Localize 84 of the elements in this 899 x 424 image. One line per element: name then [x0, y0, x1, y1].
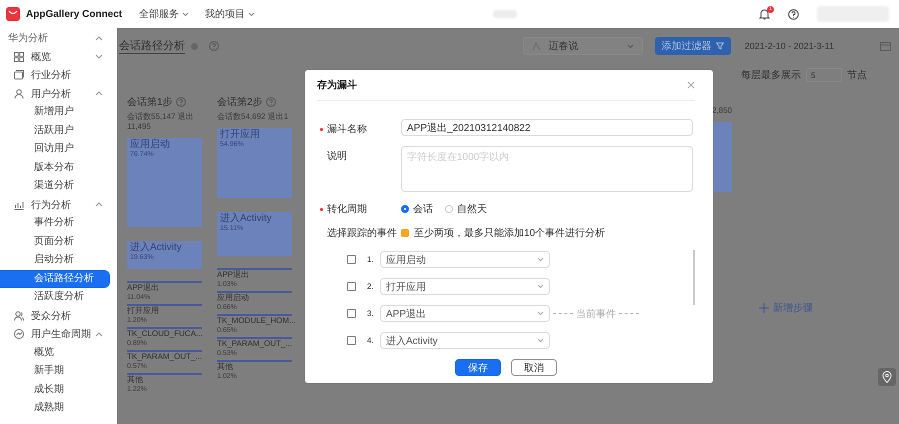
sidebar-item[interactable]: 用户生命周期: [0, 325, 117, 344]
field-label: 转化周期: [327, 202, 367, 216]
sidebar-item[interactable]: 行为分析: [0, 196, 117, 214]
page-title: 会话路径分析: [119, 38, 185, 54]
sidebar-subitem[interactable]: 页面分析: [0, 232, 110, 251]
nav-menu[interactable]: 我的项目: [205, 7, 245, 21]
step-caption: 2,850: [710, 106, 732, 116]
sidebar-subitem[interactable]: 活跃度分析: [0, 288, 110, 306]
box-icon: [14, 70, 24, 80]
node-label: 应用启动: [130, 140, 171, 150]
sidebar-subitem[interactable]: 新增用户: [0, 103, 110, 122]
chevron-icon[interactable]: [248, 12, 255, 16]
help-icon[interactable]: [788, 8, 799, 20]
chevron-icon: [537, 338, 544, 343]
step-caption: 会话数54,692 退出1: [217, 112, 290, 122]
event-number: 2.: [367, 282, 375, 291]
sidebar-item[interactable]: 概览: [0, 48, 117, 66]
sidebar-subitem[interactable]: 概览: [0, 344, 110, 362]
event-select[interactable]: 应用启动: [380, 251, 550, 268]
app-logo-icon: [6, 7, 20, 21]
event-number: 4.: [367, 336, 375, 345]
period-radio[interactable]: 自然天: [445, 202, 487, 216]
max-nodes-label: 每层最多展示: [741, 69, 801, 82]
chart-icon: [14, 200, 24, 210]
chevron-icon[interactable]: [182, 12, 189, 16]
sidebar-subitem[interactable]: 版本分布: [0, 158, 110, 177]
field-label: 漏斗名称: [327, 122, 367, 136]
step-title: 会话第1步: [127, 96, 173, 109]
chevron-icon[interactable]: [95, 36, 103, 41]
sidebar-subitem[interactable]: 启动分析: [0, 251, 110, 270]
location-pin-icon[interactable]: [878, 368, 896, 386]
step-title: 会话第2步: [217, 96, 263, 109]
event-select[interactable]: APP退出: [380, 305, 550, 322]
save-button[interactable]: 保存: [455, 359, 501, 376]
filter-icon: [716, 42, 724, 50]
sidebar-item[interactable]: 受众分析: [0, 306, 117, 325]
field-label: 选择跟踪的事件: [327, 226, 397, 240]
cancel-button[interactable]: 取消: [511, 359, 557, 376]
events-hint: 至少两项，最多只能添加10个事件进行分析: [414, 226, 606, 240]
sidebar-item[interactable]: 行业分析: [0, 66, 117, 84]
sidebar-subitem[interactable]: 会话路径分析: [0, 270, 110, 288]
nodes-unit: 节点: [847, 68, 867, 82]
dialog-title: 存为漏斗: [317, 78, 358, 92]
sidebar-subitem[interactable]: 成长期: [0, 380, 110, 399]
scrollbar[interactable]: [693, 250, 695, 305]
notification-bell-icon[interactable]: [759, 8, 770, 20]
chevron-icon: [626, 44, 634, 48]
sidebar-subitem[interactable]: 事件分析: [0, 214, 110, 232]
event-checkbox[interactable]: [347, 336, 356, 345]
required-mark: [320, 208, 323, 210]
sidebar-subitem[interactable]: 活跃用户: [0, 122, 110, 140]
node-label: 进入Activity: [220, 214, 273, 224]
close-icon[interactable]: [687, 81, 695, 89]
sidebar-item[interactable]: 用户分析: [0, 84, 117, 103]
sidebar-subitem[interactable]: 成熟期: [0, 399, 110, 418]
chevron-icon: [537, 284, 544, 289]
field-label: 说明: [327, 150, 347, 163]
period-radio[interactable]: 会话: [401, 202, 433, 216]
warning-icon: [401, 229, 409, 237]
app-name: AppGallery Connect: [26, 8, 122, 20]
sidebar-subitem[interactable]: 回访用户: [0, 140, 110, 158]
chevron-icon: [537, 311, 544, 316]
people-icon: [14, 310, 24, 321]
step-caption: 会话数55,147 退出11,495: [127, 112, 195, 132]
event-number: 3.: [367, 309, 375, 318]
funnel-name-field[interactable]: APP退出_20210312140822: [401, 119, 693, 136]
grid-icon: [14, 52, 24, 62]
sidebar-section-title: 华为分析: [8, 32, 49, 46]
event-select[interactable]: 打开应用: [380, 278, 550, 295]
event-checkbox[interactable]: [347, 282, 356, 291]
sidebar-subitem[interactable]: 渠道分析: [0, 177, 110, 196]
nav-menu[interactable]: 全部服务: [139, 7, 179, 21]
node-label: 进入Activity: [130, 243, 183, 253]
event-checkbox[interactable]: [347, 255, 356, 264]
event-select[interactable]: 进入Activity: [380, 332, 550, 349]
required-mark: [320, 128, 323, 130]
event-number: 1.: [367, 255, 375, 264]
node-label: 打开应用: [220, 130, 261, 140]
sidebar-subitem[interactable]: 新手期: [0, 362, 110, 380]
person-icon: [14, 88, 24, 99]
plus-icon[interactable]: [759, 302, 769, 312]
event-checkbox[interactable]: [347, 309, 356, 318]
current-event-note: 当前事件: [576, 308, 616, 320]
chevron-icon: [537, 257, 544, 262]
